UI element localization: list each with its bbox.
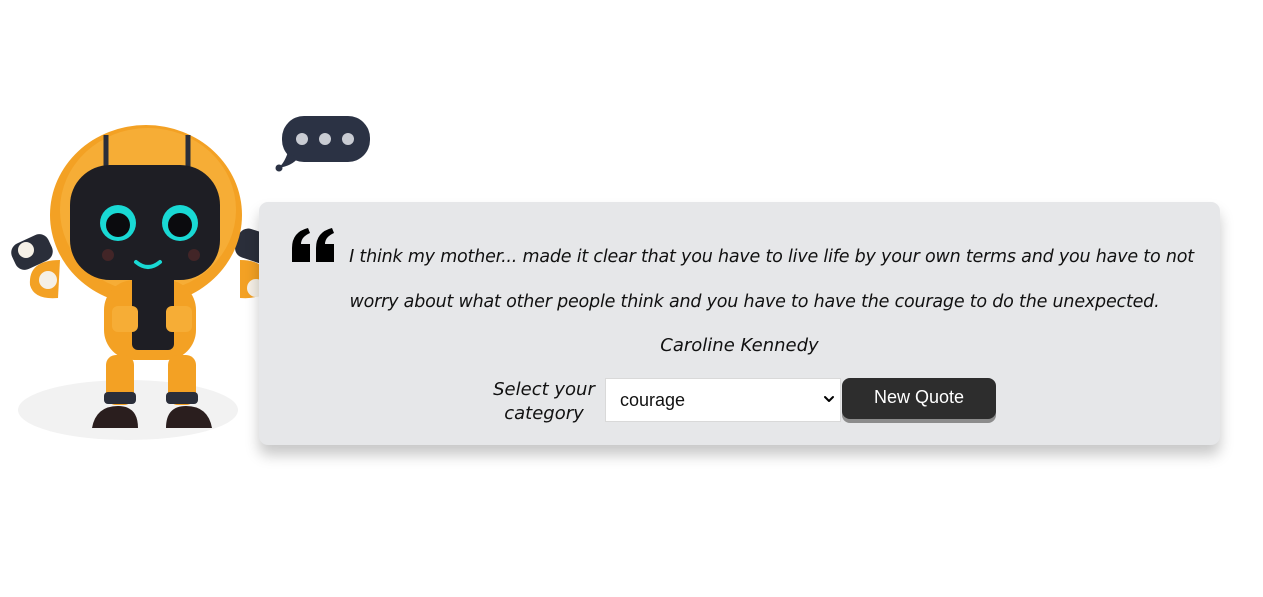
quote-text: I think my mother... made it clear that … [349,247,1194,312]
typing-bubble-icon [275,116,370,172]
category-selected-value: courage [620,390,686,410]
chevron-down-icon [824,396,834,402]
category-label: Select your category [493,379,595,424]
quote-author: Caroline Kennedy [660,335,819,356]
page: I think my mother... made it clear that … [0,0,1263,597]
category-select[interactable]: courage [605,378,841,422]
robot-mascot [11,125,283,440]
quote-card: I think my mother... made it clear that … [259,202,1220,445]
new-quote-button[interactable]: New Quote [842,378,996,419]
category-controls: Select your category courage New Quote [489,378,996,426]
